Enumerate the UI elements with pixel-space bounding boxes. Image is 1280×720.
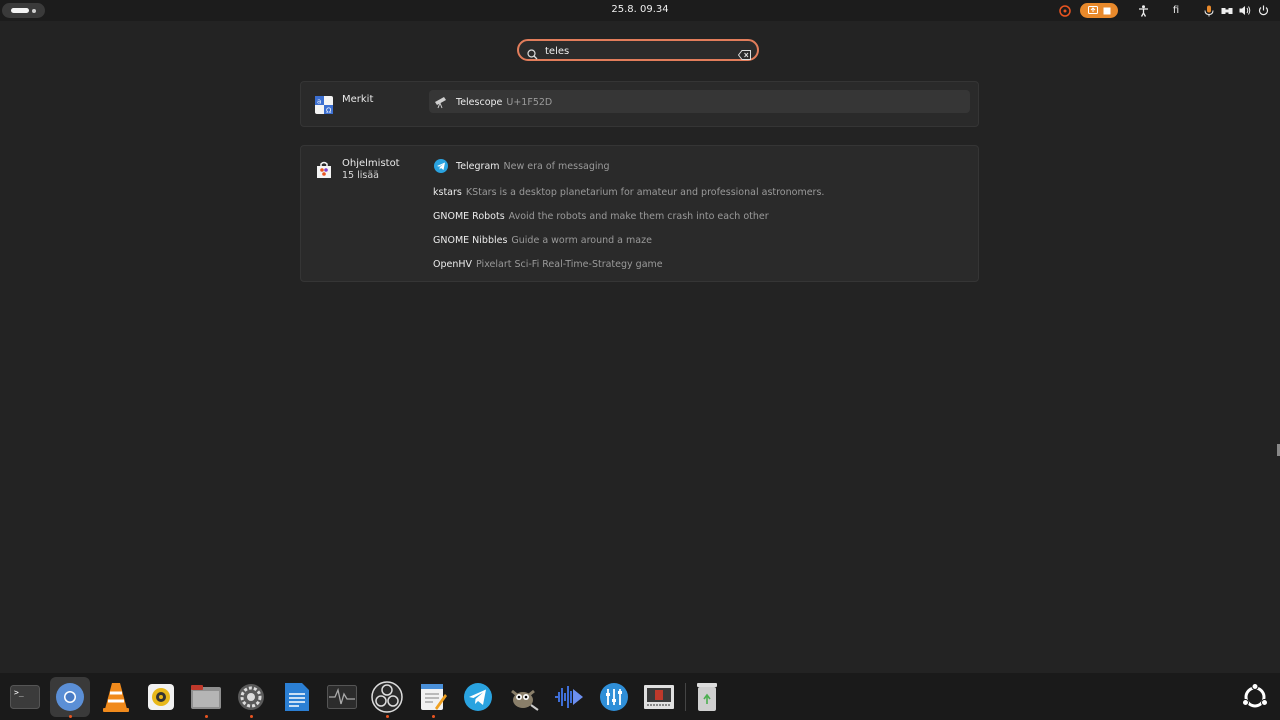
- show-apps-button[interactable]: [1235, 677, 1275, 717]
- telegram-icon: [464, 683, 492, 711]
- recording-icon: [1103, 7, 1110, 14]
- dock-app-telegram[interactable]: [458, 677, 498, 717]
- top-bar: 25.8. 09.34 fi: [0, 0, 1280, 21]
- svg-text:Ω: Ω: [326, 107, 332, 115]
- svg-text:a: a: [317, 98, 321, 106]
- result-item[interactable]: kstars KStars is a desktop planetarium f…: [433, 184, 824, 200]
- provider-name: Merkit: [342, 94, 374, 105]
- result-name: GNOME Robots: [433, 210, 505, 222]
- equalizer-icon: [600, 683, 628, 711]
- accessibility-icon[interactable]: [1134, 2, 1152, 19]
- result-name: Telescope: [456, 96, 503, 108]
- telescope-icon: [433, 94, 449, 110]
- more-results-link[interactable]: 15 lisää: [342, 170, 379, 181]
- provider-panel-characters: aΩ Merkit Telescope U+1F52D: [300, 81, 979, 127]
- dock-app-terminal-emulator[interactable]: [639, 677, 679, 717]
- ubuntu-pro-icon[interactable]: [1056, 2, 1074, 19]
- result-name: kstars: [433, 186, 462, 198]
- svg-text:>_: >_: [14, 688, 24, 697]
- telegram-icon: [433, 158, 449, 174]
- rhythmbox-icon: [148, 684, 174, 710]
- power-icon[interactable]: [1254, 2, 1272, 19]
- terminal-icon: >_: [10, 685, 40, 709]
- ubuntu-logo-icon: [1242, 683, 1268, 708]
- activities-button[interactable]: [2, 3, 45, 18]
- gimp-icon: [511, 689, 539, 711]
- dock-app-audio-editor[interactable]: [549, 677, 589, 717]
- dock-app-system-monitor[interactable]: [322, 677, 362, 717]
- result-name: GNOME Nibbles: [433, 234, 508, 246]
- dock: >_: [0, 673, 1280, 720]
- running-indicator: [205, 715, 208, 718]
- vlc-icon: [103, 683, 129, 712]
- search-box[interactable]: [517, 39, 759, 61]
- result-name: OpenHV: [433, 258, 473, 270]
- running-indicator: [386, 715, 389, 718]
- volume-icon[interactable]: [1236, 2, 1254, 19]
- result-item[interactable]: GNOME Nibbles Guide a worm around a maze: [433, 232, 652, 248]
- result-description: Avoid the robots and make them crash int…: [508, 210, 769, 222]
- running-indicator: [69, 715, 72, 718]
- dock-app-settings[interactable]: [231, 677, 271, 718]
- dock-app-text-editor[interactable]: [413, 677, 453, 718]
- workspace-indicator-dot: [32, 8, 36, 13]
- result-item[interactable]: Telegram New era of messaging: [433, 158, 610, 174]
- clock-label[interactable]: 25.8. 09.34: [611, 4, 668, 15]
- libreoffice-writer-icon: [285, 683, 309, 711]
- dock-app-files[interactable]: [186, 677, 226, 718]
- characters-icon: aΩ: [314, 95, 334, 115]
- search-input[interactable]: [543, 42, 737, 60]
- clear-search-icon[interactable]: [737, 45, 751, 64]
- running-indicator: [250, 715, 253, 718]
- result-description: Pixelart Sci-Fi Real-Time-Strategy game: [476, 258, 663, 270]
- terminal-emulator-icon: [644, 685, 674, 709]
- chromium-icon: [56, 683, 84, 711]
- trash-icon: [697, 683, 717, 711]
- running-indicator: [432, 715, 435, 718]
- system-tray: fi: [1056, 2, 1272, 19]
- screen-share-indicator[interactable]: [1080, 3, 1118, 18]
- language-indicator[interactable]: fi: [1162, 5, 1190, 16]
- provider-name: Ohjelmistot: [342, 158, 400, 169]
- files-icon: [191, 685, 221, 709]
- network-icon[interactable]: [1218, 2, 1236, 19]
- settings-icon: [238, 684, 264, 710]
- screen-share-icon: [1087, 6, 1098, 14]
- microphone-icon[interactable]: [1200, 2, 1218, 19]
- result-item[interactable]: GNOME Robots Avoid the robots and make t…: [433, 208, 769, 224]
- dock-app-writer[interactable]: [277, 677, 317, 717]
- dock-app-obs[interactable]: [367, 677, 407, 718]
- dock-app-chromium[interactable]: [50, 677, 90, 718]
- result-description: KStars is a desktop planetarium for amat…: [465, 186, 825, 198]
- obs-icon: [371, 681, 403, 713]
- audio-editor-icon: [555, 686, 583, 708]
- result-name: Telegram: [456, 160, 500, 172]
- result-item[interactable]: Telescope U+1F52D: [433, 94, 552, 110]
- search-icon: [527, 45, 538, 64]
- dock-app-gimp[interactable]: [503, 677, 543, 717]
- dock-app-vlc[interactable]: [96, 677, 136, 717]
- text-editor-icon: [421, 684, 447, 710]
- dock-separator: [685, 683, 686, 711]
- result-description: U+1F52D: [506, 96, 553, 108]
- result-description: New era of messaging: [503, 160, 610, 172]
- result-description: Guide a worm around a maze: [511, 234, 652, 246]
- system-monitor-icon: [327, 685, 357, 709]
- dock-app-trash[interactable]: [687, 677, 727, 717]
- provider-panel-software: Ohjelmistot 15 lisää Telegram New era of…: [300, 145, 979, 282]
- dock-app-rhythmbox[interactable]: [141, 677, 181, 717]
- dock-app-terminal[interactable]: >_: [5, 677, 45, 717]
- workspace-indicator-active: [11, 8, 29, 13]
- result-item[interactable]: OpenHV Pixelart Sci-Fi Real-Time-Strateg…: [433, 256, 663, 272]
- dock-app-equalizer[interactable]: [594, 677, 634, 717]
- software-icon[interactable]: [314, 160, 334, 180]
